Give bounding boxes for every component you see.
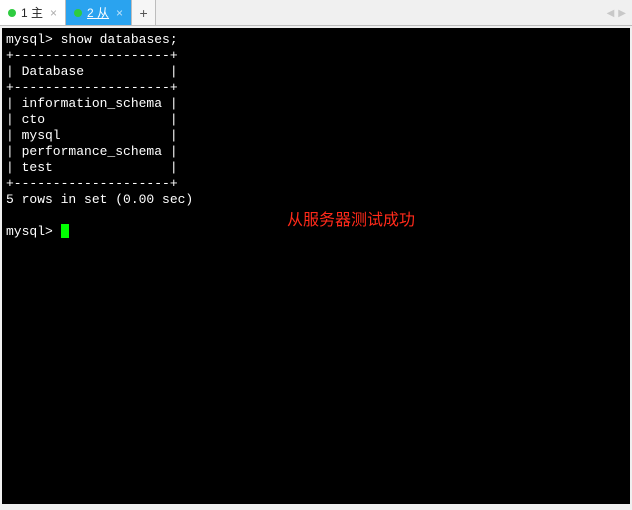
arrow-left-icon[interactable]: ◀ — [605, 8, 617, 19]
terminal-output[interactable]: mysql> show databases; +----------------… — [2, 28, 630, 504]
tab-scroll-arrows: ◀ ▶ — [605, 0, 628, 26]
close-icon[interactable]: × — [114, 7, 125, 19]
tab-1-master[interactable]: 1 主 × — [0, 0, 66, 25]
new-tab-button[interactable]: + — [132, 0, 156, 25]
table-header: | Database | — [6, 64, 178, 79]
table-row: | test | — [6, 160, 178, 175]
status-dot-icon — [8, 9, 16, 17]
cursor-icon — [61, 224, 69, 238]
status-dot-icon — [74, 9, 82, 17]
table-row: | information_schema | — [6, 96, 178, 111]
terminal-container: mysql> show databases; +----------------… — [0, 26, 632, 506]
table-row: | mysql | — [6, 128, 178, 143]
tab-label: 2 从 — [87, 0, 109, 26]
tab-2-slave[interactable]: 2 从 × — [66, 0, 132, 25]
plus-icon: + — [139, 5, 147, 21]
tab-bar: 1 主 × 2 从 × + ◀ ▶ — [0, 0, 632, 26]
prompt: mysql> — [6, 224, 53, 239]
status-line: 5 rows in set (0.00 sec) — [6, 192, 193, 207]
command-text: show databases; — [61, 32, 178, 47]
table-border: +--------------------+ — [6, 176, 178, 191]
prompt: mysql> — [6, 32, 53, 47]
table-row: | performance_schema | — [6, 144, 178, 159]
table-border: +--------------------+ — [6, 80, 178, 95]
table-border: +--------------------+ — [6, 48, 178, 63]
tab-label: 1 主 — [21, 0, 43, 26]
table-row: | cto | — [6, 112, 178, 127]
close-icon[interactable]: × — [48, 7, 59, 19]
annotation-text: 从服务器测试成功 — [287, 213, 415, 229]
arrow-right-icon[interactable]: ▶ — [616, 8, 628, 19]
